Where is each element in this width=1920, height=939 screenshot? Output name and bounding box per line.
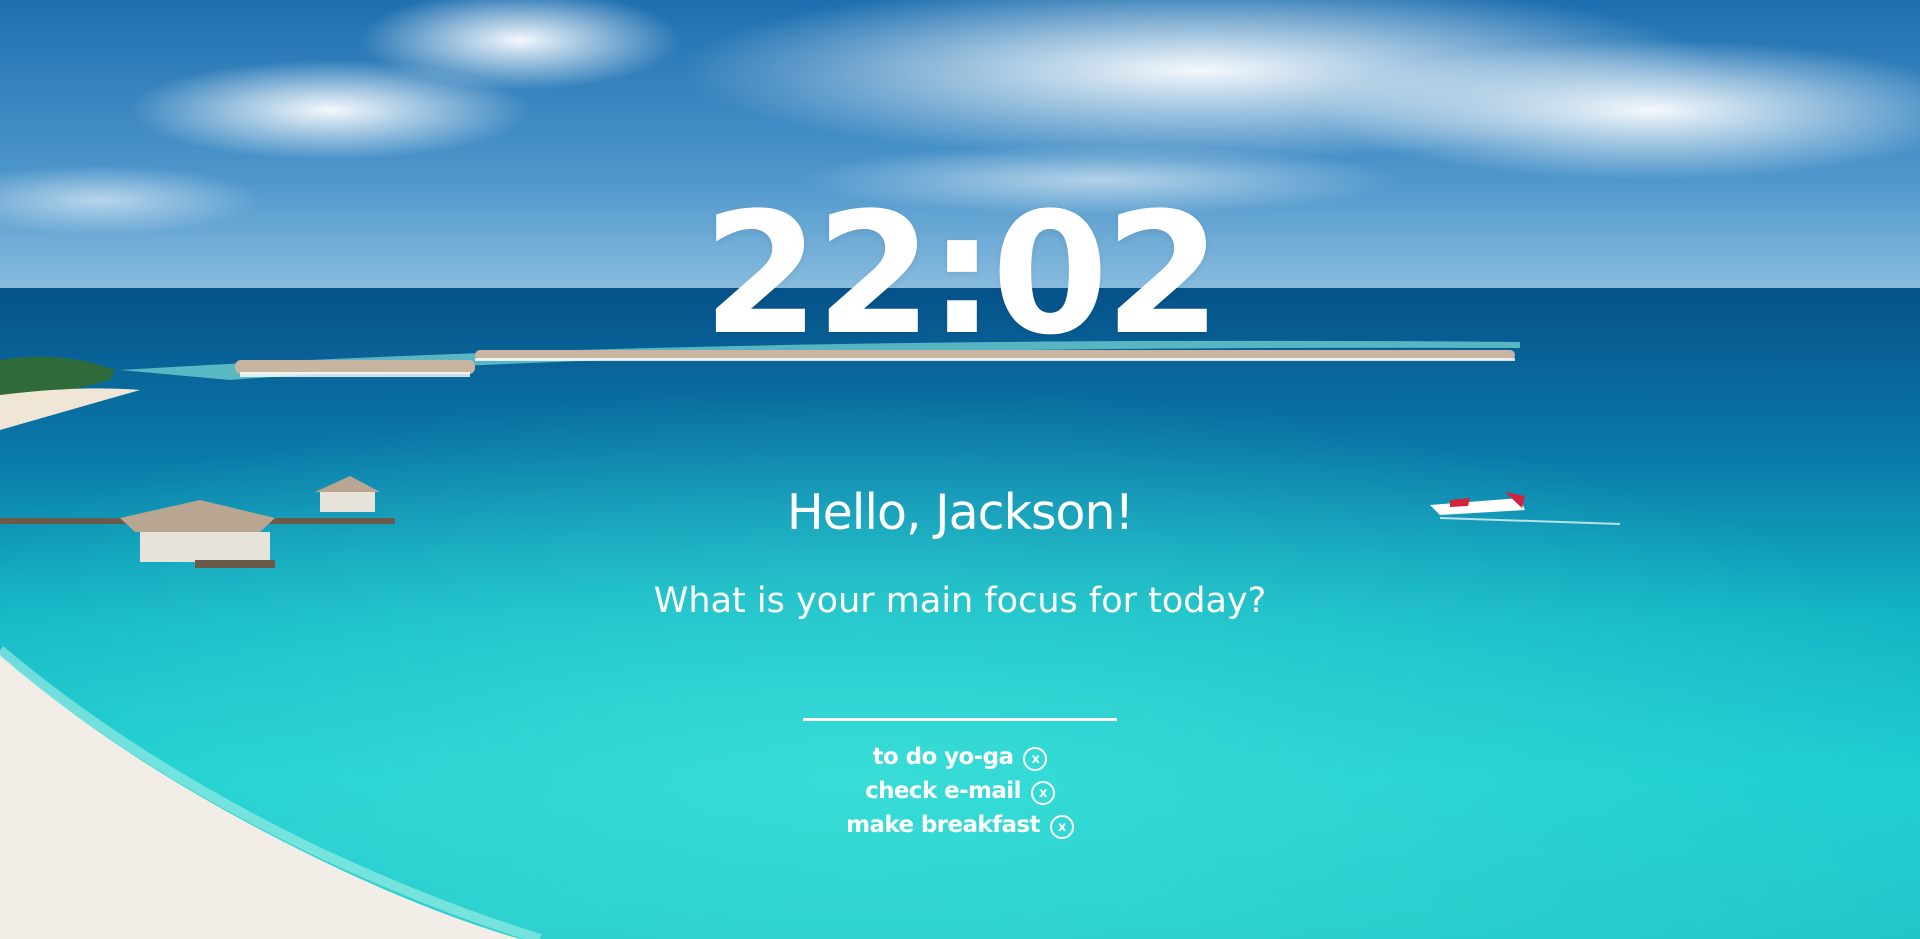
- focus-dashboard: 22:02 Hello, Jackson! What is your main …: [0, 0, 1920, 939]
- remove-todo-button[interactable]: x: [1049, 815, 1074, 839]
- greeting-text: Hello, Jackson!: [786, 484, 1134, 541]
- remove-todo-button[interactable]: x: [1030, 781, 1055, 805]
- remove-todo-button[interactable]: x: [1023, 747, 1048, 771]
- focus-question: What is your main focus for today?: [653, 581, 1267, 621]
- focus-input[interactable]: [803, 690, 1117, 721]
- todo-item-text: check e-mail: [865, 778, 1021, 804]
- todo-list: to do yo-ga x check e-mail x make breakf…: [0, 740, 1920, 842]
- todo-item-text: make breakfast: [846, 812, 1040, 838]
- todo-item-text: to do yo-ga: [872, 744, 1014, 770]
- todo-item: to do yo-ga x: [0, 740, 1920, 774]
- todo-item: make breakfast x: [0, 808, 1920, 842]
- todo-item: check e-mail x: [0, 774, 1920, 808]
- clock: 22:02: [702, 176, 1222, 372]
